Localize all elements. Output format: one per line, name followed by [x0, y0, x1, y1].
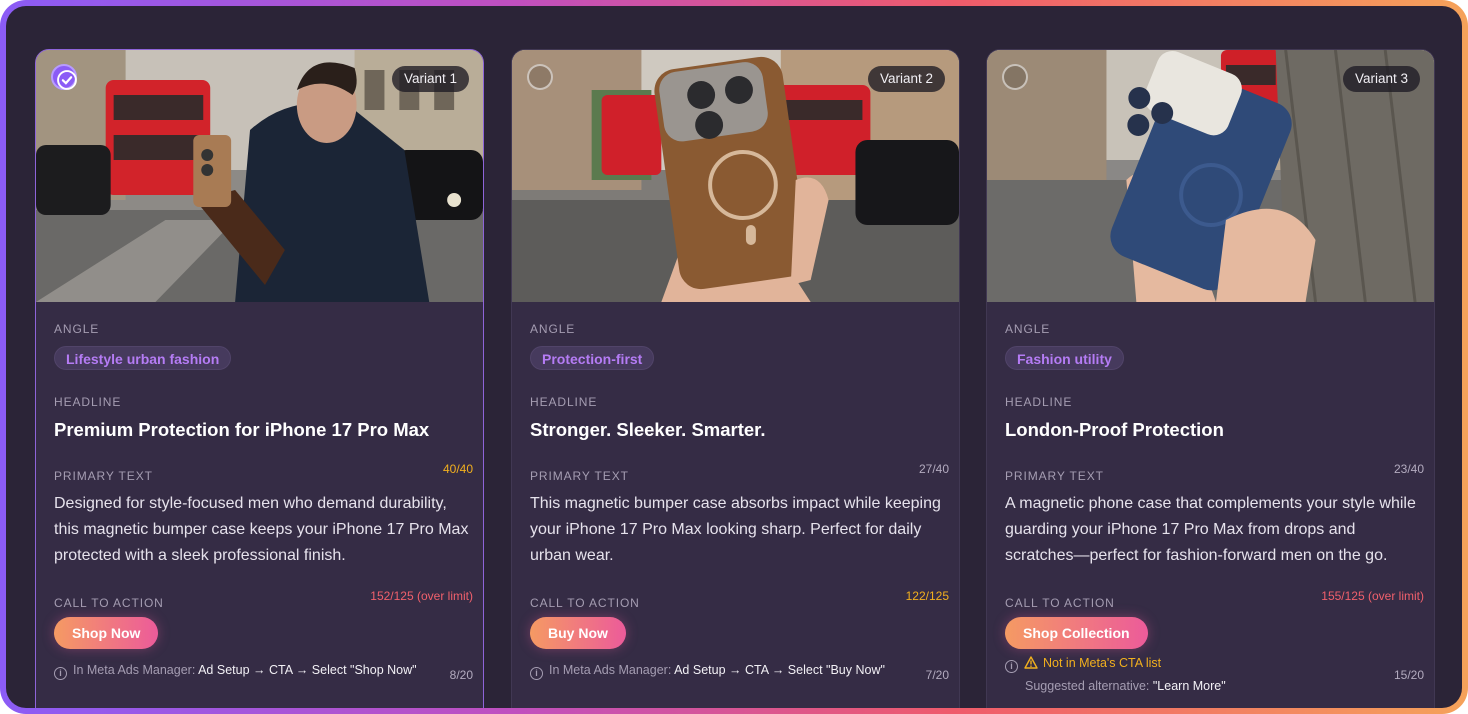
variant-badge: Variant 2	[867, 66, 945, 92]
primary-char-count: 152/125 (over limit)	[370, 589, 473, 603]
primary-char-count: 122/125	[905, 589, 949, 603]
cta-char-count: 8/20	[449, 668, 473, 682]
variants-panel: Variant 1 ANGLE Lifestyle urban fashion …	[6, 6, 1462, 708]
meta-instruction: i In Meta Ads Manager: Ad Setup → CTA → S…	[530, 663, 885, 680]
cta-label: CALL TO ACTION	[530, 596, 640, 610]
headline-label: HEADLINE	[54, 395, 122, 409]
variant-badge: Variant 3	[1342, 66, 1420, 92]
suggest-value: "Learn More"	[1152, 679, 1226, 693]
select-checkbox-2[interactable]	[527, 64, 553, 90]
primary-text-label: PRIMARY TEXT	[54, 469, 153, 483]
warning-icon	[1024, 656, 1038, 669]
cta-button[interactable]: Shop Collection	[1005, 617, 1148, 649]
variant-3-image: Variant 3	[987, 50, 1434, 302]
cta-warning: i Not in Meta's CTA list	[1005, 656, 1161, 673]
suggested-alternative: Suggested alternative: "Learn More"	[1025, 679, 1226, 693]
select-checkbox-3[interactable]	[1002, 64, 1028, 90]
angle-chip: Protection-first	[530, 346, 655, 370]
headline-label: HEADLINE	[530, 395, 598, 409]
warning-text: Not in Meta's CTA list	[1043, 656, 1162, 670]
primary-text[interactable]: Designed for style-focused men who deman…	[54, 491, 474, 569]
meta-path: Ad Setup → CTA → Select "Shop Now"	[198, 663, 417, 677]
angle-label: ANGLE	[54, 322, 100, 336]
cta-button[interactable]: Buy Now	[530, 617, 626, 649]
cta-char-count: 15/20	[1393, 668, 1424, 682]
cta-label: CALL TO ACTION	[1005, 596, 1115, 610]
check-icon	[57, 70, 77, 90]
info-icon: i	[1005, 660, 1018, 673]
variant-badge: Variant 1	[391, 66, 469, 92]
meta-prefix: In Meta Ads Manager:	[73, 663, 196, 677]
primary-text-label: PRIMARY TEXT	[530, 469, 629, 483]
select-checkbox-1[interactable]	[51, 64, 77, 90]
info-icon: i	[530, 667, 543, 680]
angle-chip: Lifestyle urban fashion	[54, 346, 232, 370]
meta-path: Ad Setup → CTA → Select "Buy Now"	[674, 663, 885, 677]
headline-text[interactable]: Premium Protection for iPhone 17 Pro Max	[54, 419, 429, 441]
headline-label: HEADLINE	[1005, 395, 1073, 409]
primary-char-count: 155/125 (over limit)	[1321, 589, 1424, 603]
variant-card-3[interactable]: Variant 3 ANGLE Fashion utility HEADLINE…	[986, 49, 1435, 708]
angle-chip: Fashion utility	[1005, 346, 1124, 370]
variant-card-2[interactable]: Variant 2 ANGLE Protection-first HEADLIN…	[511, 49, 960, 708]
headline-text[interactable]: London-Proof Protection	[1005, 419, 1224, 441]
primary-text-label: PRIMARY TEXT	[1005, 469, 1104, 483]
angle-label: ANGLE	[1005, 322, 1051, 336]
gradient-frame: Variant 1 ANGLE Lifestyle urban fashion …	[0, 0, 1468, 714]
variant-2-image: Variant 2	[512, 50, 959, 302]
cta-char-count: 7/20	[925, 668, 949, 682]
meta-prefix: In Meta Ads Manager:	[549, 663, 672, 677]
primary-text[interactable]: This magnetic bumper case absorbs impact…	[530, 491, 950, 569]
angle-label: ANGLE	[530, 322, 576, 336]
info-icon: i	[54, 667, 67, 680]
variant-card-1[interactable]: Variant 1 ANGLE Lifestyle urban fashion …	[35, 49, 484, 708]
headline-char-count: 40/40	[442, 462, 473, 476]
suggest-prefix: Suggested alternative:	[1025, 679, 1150, 693]
headline-char-count: 27/40	[918, 462, 949, 476]
cta-button[interactable]: Shop Now	[54, 617, 159, 649]
headline-char-count: 23/40	[1393, 462, 1424, 476]
headline-text[interactable]: Stronger. Sleeker. Smarter.	[530, 419, 766, 441]
cta-label: CALL TO ACTION	[54, 596, 164, 610]
variant-1-image: Variant 1	[36, 50, 483, 302]
meta-instruction: i In Meta Ads Manager: Ad Setup → CTA → S…	[54, 663, 417, 680]
primary-text[interactable]: A magnetic phone case that complements y…	[1005, 491, 1425, 569]
